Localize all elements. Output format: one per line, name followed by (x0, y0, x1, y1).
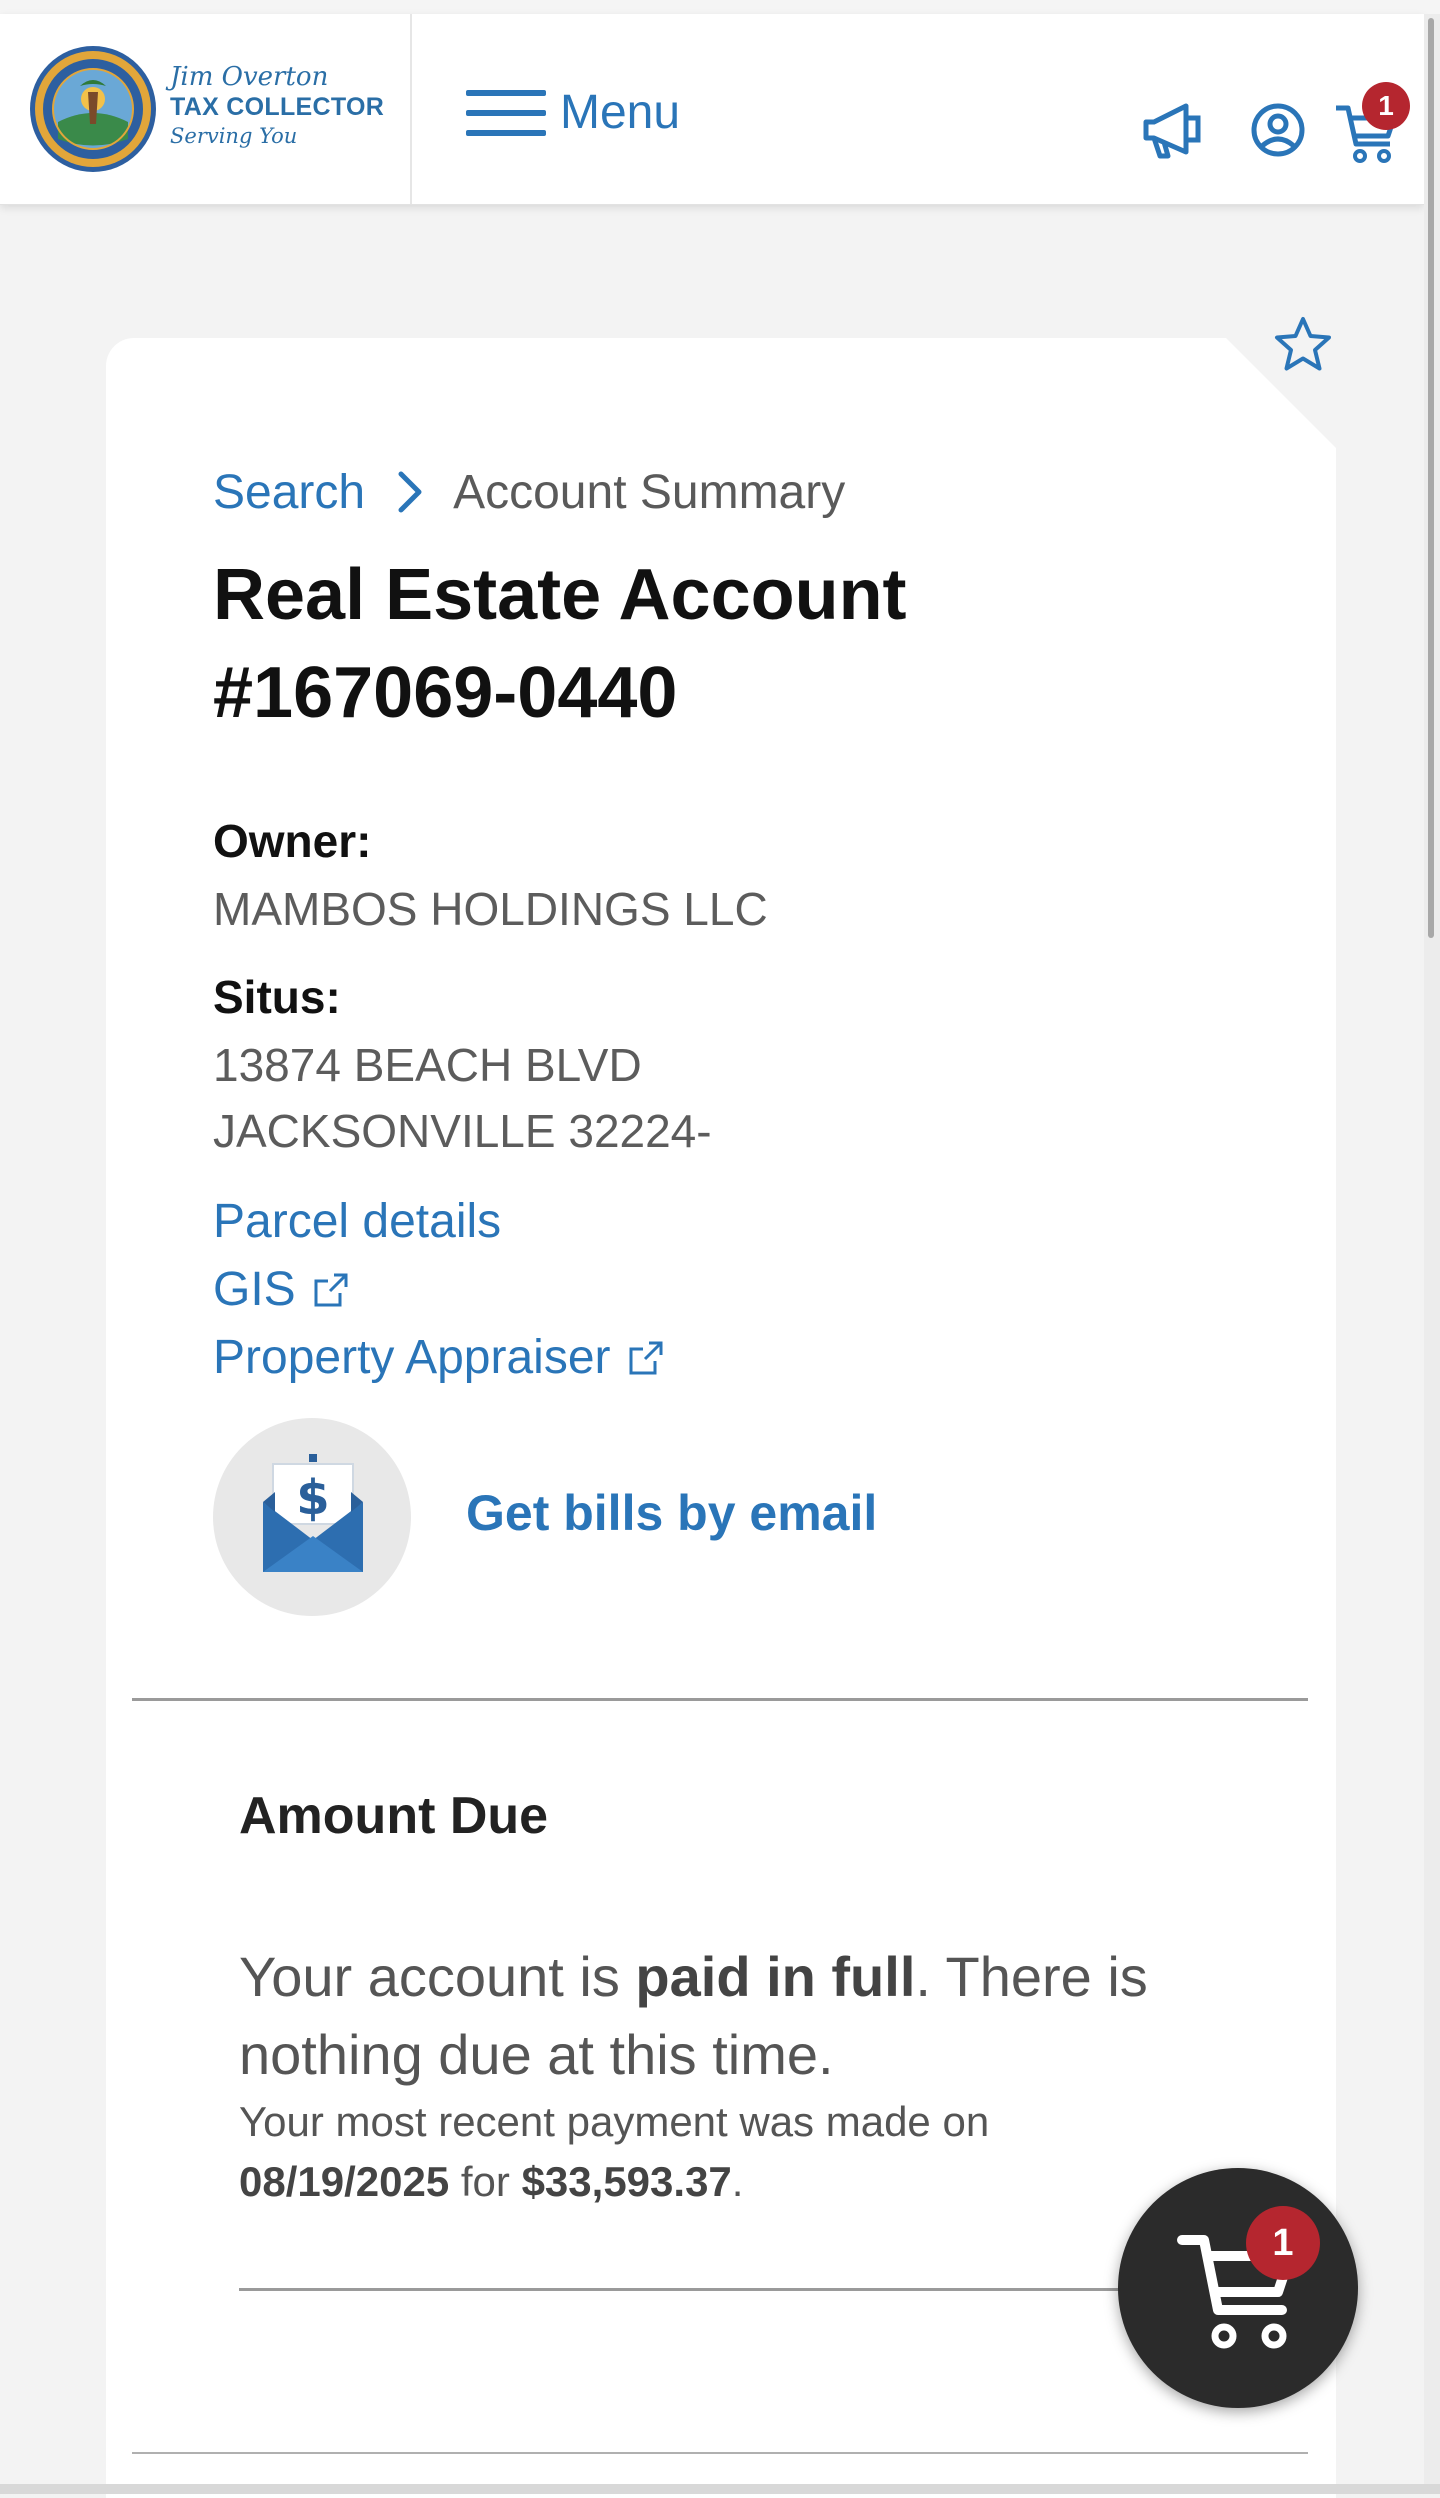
site-header: Jim Overton TAX COLLECTOR Serving You Me… (0, 14, 1424, 205)
tax-collector-logo[interactable]: Jim Overton TAX COLLECTOR Serving You (24, 44, 384, 174)
favorite-star-icon[interactable] (1272, 314, 1334, 376)
header-divider (410, 14, 412, 204)
breadcrumb-current: Account Summary (453, 465, 846, 519)
megaphone-icon[interactable] (1140, 98, 1204, 162)
paid-status-text: Your account is paid in full. There is n… (239, 1945, 1148, 2086)
section-divider (132, 1698, 1308, 1701)
svg-text:$: $ (296, 1470, 329, 1526)
external-link-icon (314, 1273, 348, 1306)
breadcrumb-search-link[interactable]: Search (213, 465, 365, 520)
bottom-edge (0, 2484, 1440, 2494)
floating-cart-button[interactable] (1118, 2168, 1358, 2408)
get-bills-by-email-link[interactable]: Get bills by email (466, 1484, 877, 1542)
user-circle-icon[interactable] (1250, 102, 1306, 158)
logo-tagline: Serving You (170, 124, 298, 148)
chevron-right-icon (398, 471, 422, 513)
breadcrumb: Search Account Summary (213, 462, 845, 522)
menu-label: Menu (560, 86, 681, 139)
duval-county-seal-icon (30, 46, 156, 172)
page-title-line1: Real Estate Account (213, 555, 907, 635)
status-strip (0, 0, 1440, 14)
logo-office: TAX COLLECTOR (170, 93, 385, 121)
menu-button[interactable]: Menu (466, 82, 680, 144)
logo-name: Jim Overton (170, 62, 329, 92)
gis-link-label: GIS (213, 1263, 296, 1316)
email-bill-badge[interactable]: $ (213, 1418, 411, 1616)
parcel-details-link[interactable]: Parcel details (213, 1194, 501, 1249)
owner-value: MAMBOS HOLDINGS LLC (213, 883, 768, 935)
scrollbar[interactable] (1424, 14, 1440, 2484)
scrollbar-thumb[interactable] (1428, 18, 1434, 938)
gis-link[interactable]: GIS (213, 1262, 352, 1317)
envelope-dollar-icon: $ (263, 1454, 363, 1572)
page-title: Real Estate Account #167069-0440 (213, 546, 1313, 742)
cart-count-badge: 1 (1362, 82, 1410, 130)
account-number: #167069-0440 (213, 653, 678, 733)
section-divider-bottom (132, 2452, 1308, 2454)
situs-line2: JACKSONVILLE 32224- (213, 1105, 712, 1157)
paid-in-full-emphasis: paid in full (635, 1945, 916, 2008)
amount-due-title: Amount Due (239, 1787, 549, 1845)
situs-line1: 13874 BEACH BLVD (213, 1039, 642, 1091)
amount-divider (239, 2288, 1139, 2291)
property-appraiser-link[interactable]: Property Appraiser (213, 1330, 667, 1385)
property-appraiser-label: Property Appraiser (213, 1331, 611, 1384)
recent-payment-text: Your most recent payment was made on 08/… (239, 2098, 990, 2205)
recent-payment-date: 08/19/2025 (239, 2158, 450, 2205)
hamburger-icon (466, 88, 546, 138)
recent-payment-amount: $33,593.37 (521, 2158, 732, 2205)
owner-label: Owner: (213, 815, 372, 867)
floating-cart-count-badge: 1 (1246, 2206, 1320, 2280)
situs-label: Situs: (213, 971, 341, 1023)
external-link-icon (629, 1341, 663, 1374)
